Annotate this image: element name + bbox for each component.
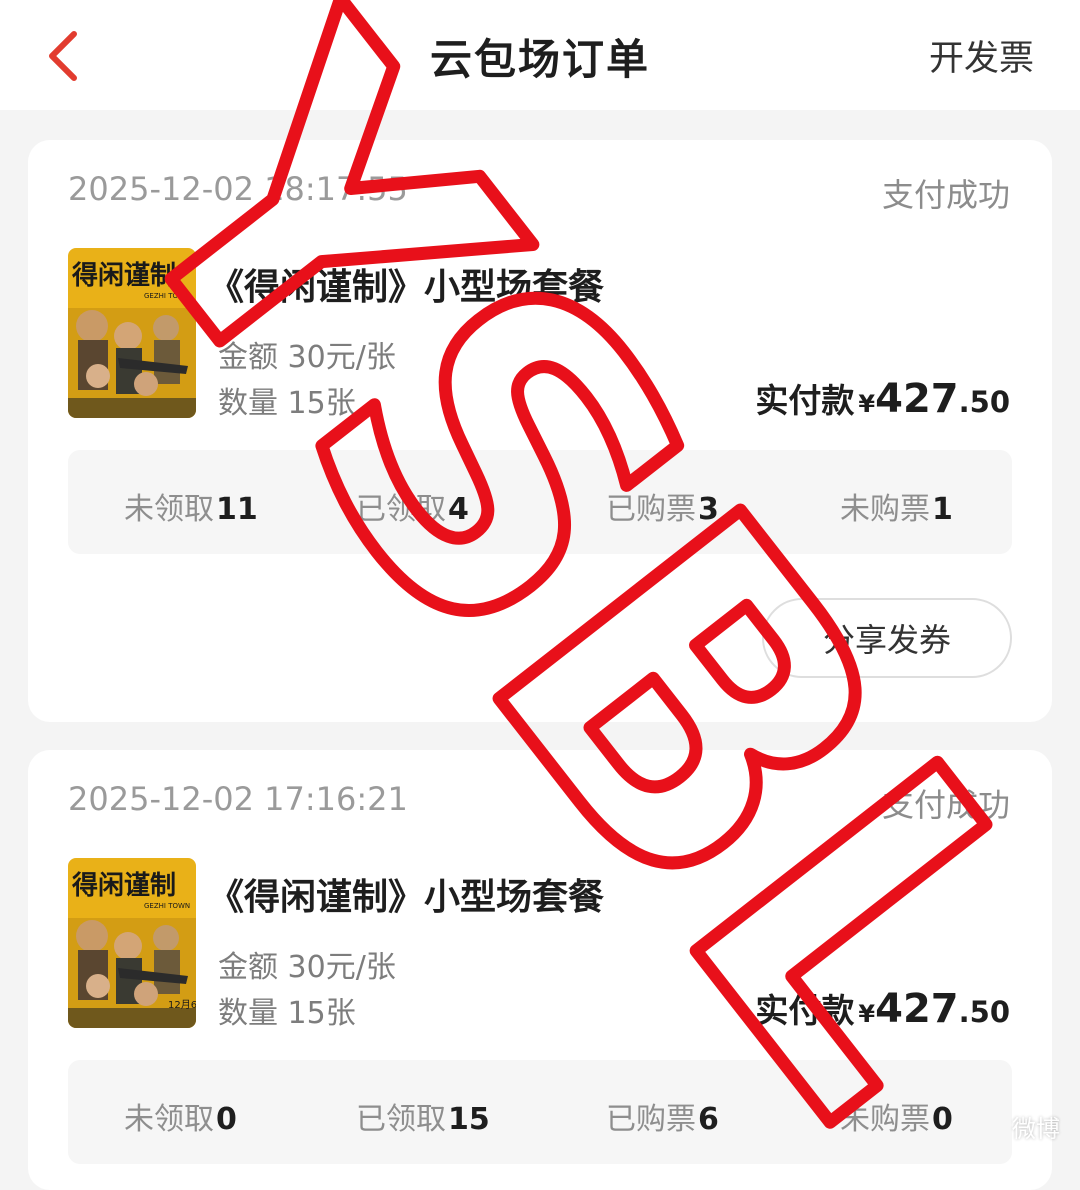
- unit-price: 金额 30元/张: [218, 950, 396, 985]
- stat-unclaimed: 未领取0: [124, 1102, 237, 1137]
- order-status: 支付成功: [881, 786, 1010, 824]
- movie-poster: 得闲谨制 GEZHI TOWN: [68, 248, 196, 418]
- paid-amount: 实付款 ¥427.50: [755, 984, 1010, 1032]
- ticket-quantity: 数量 15张: [218, 386, 356, 421]
- paid-decimal: .50: [958, 995, 1010, 1029]
- unit-price: 金额 30元/张: [218, 340, 396, 375]
- stat-claimed: 已领取15: [356, 1102, 490, 1137]
- poster-release-date: 12月6日: [168, 999, 196, 1011]
- stat-claimed: 已领取4: [356, 492, 469, 527]
- ticket-stats: 未领取11 已领取4 已购票3 未购票1: [68, 450, 1012, 554]
- product-name: 《得闲谨制》小型场套餐: [208, 877, 605, 918]
- paid-integer: 427: [875, 986, 959, 1032]
- share-coupon-button[interactable]: 分享发券: [762, 598, 1012, 678]
- poster-title: 得闲谨制: [71, 261, 176, 291]
- stat-purchased: 已购票3: [606, 492, 719, 527]
- ticket-quantity: 数量 15张: [218, 996, 356, 1031]
- movie-poster: 得闲谨制 GEZHI TOWN 12月6日: [68, 858, 196, 1028]
- currency-symbol: ¥: [858, 1000, 876, 1028]
- poster-subtitle: GEZHI TOWN: [144, 292, 190, 300]
- paid-decimal: .50: [958, 385, 1010, 419]
- poster-title: 得闲谨制: [71, 871, 176, 901]
- page-title: 云包场订单: [429, 35, 650, 84]
- product-name: 《得闲谨制》小型场套餐: [208, 267, 605, 308]
- issue-invoice-button[interactable]: 开发票: [929, 30, 1034, 81]
- paid-label: 实付款: [755, 991, 855, 1030]
- stat-purchased: 已购票6: [606, 1102, 719, 1137]
- order-time: 2025-12-02 17:16:21: [68, 780, 408, 818]
- source-watermark: 微博: [1012, 1115, 1060, 1143]
- paid-amount: 实付款 ¥427.50: [755, 374, 1010, 422]
- poster-subtitle: GEZHI TOWN: [144, 902, 190, 910]
- top-nav-bar: 云包场订单 开发票: [0, 0, 1080, 110]
- ticket-stats: 未领取0 已领取15 已购票6 未购票0: [68, 1060, 1012, 1164]
- order-status: 支付成功: [881, 176, 1010, 214]
- order-card[interactable]: 2025-12-02 18:17:55 支付成功 得闲谨制 GEZHI TOWN…: [28, 140, 1052, 722]
- order-time: 2025-12-02 18:17:55: [68, 170, 408, 208]
- paid-label: 实付款: [755, 381, 855, 420]
- order-card[interactable]: 2025-12-02 17:16:21 支付成功 得闲谨制 GEZHI TOWN…: [28, 750, 1052, 1190]
- currency-symbol: ¥: [858, 390, 876, 418]
- paid-integer: 427: [875, 376, 959, 422]
- stat-not-purchased: 未购票0: [840, 1102, 953, 1137]
- stat-not-purchased: 未购票1: [840, 492, 953, 527]
- stat-unclaimed: 未领取11: [124, 492, 258, 527]
